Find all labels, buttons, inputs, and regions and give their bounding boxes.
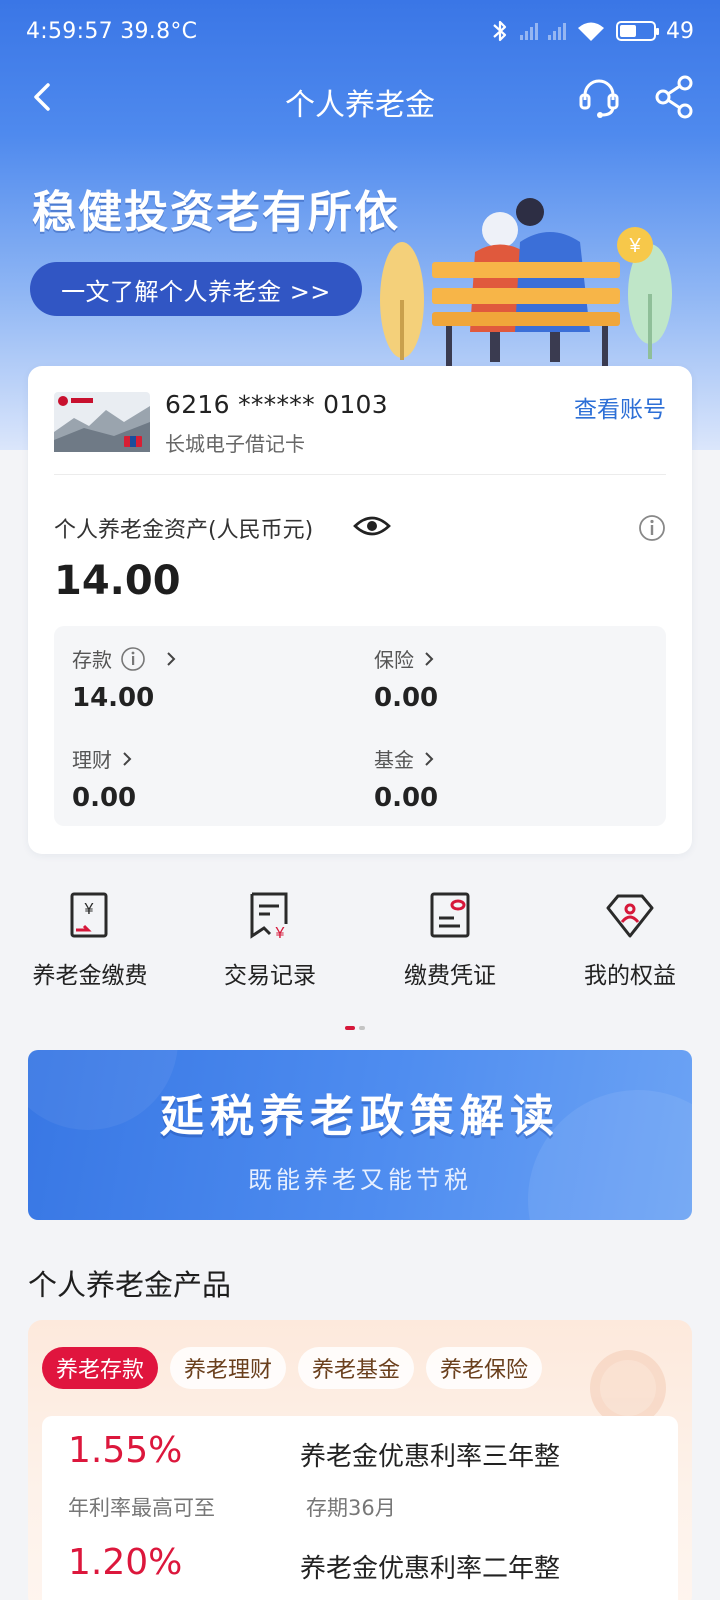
- breakdown-wealth[interactable]: 理财 0.00: [72, 744, 136, 813]
- product-name: 养老金优惠利率二年整: [300, 1554, 561, 1584]
- svg-text:¥: ¥: [628, 235, 641, 257]
- info-icon[interactable]: [120, 646, 146, 672]
- asset-label: 个人养老金资产(人民币元): [54, 518, 314, 543]
- hero-slogan: 稳健投资老有所依: [32, 187, 400, 238]
- learn-pension-button[interactable]: 一文了解个人养老金 >>: [30, 262, 362, 316]
- card-number: 6216 ****** 0103: [165, 390, 388, 419]
- tab-pension-deposit[interactable]: 养老存款: [42, 1347, 159, 1389]
- product-name: 养老金优惠利率三年整: [300, 1442, 561, 1472]
- breakdown-value: 0.00: [374, 683, 439, 713]
- quick-actions: ¥ 养老金缴费 ¥ 交易记录 缴费凭证 我的权益: [0, 890, 720, 1000]
- product-list: 1.55% 养老金优惠利率三年整 年利率最高可至 存期36月 1.20% 养老金…: [42, 1416, 678, 1600]
- pension-asset-card: 6216 ****** 0103 长城电子借记卡 查看账号 个人养老金资产(人民…: [28, 366, 692, 854]
- product-term: 存期36月: [306, 1496, 396, 1520]
- breakdown-value: 0.00: [72, 783, 137, 813]
- svg-text:¥: ¥: [275, 925, 285, 942]
- chevron-right-icon: [425, 651, 434, 666]
- quick-action-payment[interactable]: ¥ 养老金缴费: [0, 890, 180, 990]
- tab-pension-fund[interactable]: 养老基金: [298, 1347, 415, 1389]
- chevron-right-icon: [425, 751, 434, 766]
- breakdown-deposit[interactable]: 存款 14.00: [72, 644, 178, 713]
- wifi-icon: [578, 22, 604, 41]
- tax-policy-banner[interactable]: 延税养老政策解读 既能养老又能节税: [28, 1050, 692, 1220]
- breakdown-fund[interactable]: 基金 0.00: [374, 744, 438, 813]
- tab-pension-insurance[interactable]: 养老保险: [426, 1347, 543, 1389]
- customer-service-icon[interactable]: [576, 74, 622, 120]
- asset-breakdown: 存款 14.00 保险 0.00 理财 0.00 基金 0.00: [54, 626, 666, 826]
- divider: [54, 474, 666, 475]
- receipt-yuan-icon: ¥: [70, 892, 108, 938]
- quick-action-label: 缴费凭证: [404, 963, 496, 989]
- quick-action-benefits[interactable]: 我的权益: [540, 890, 720, 990]
- share-icon[interactable]: [652, 74, 696, 120]
- breakdown-label: 存款: [72, 648, 112, 672]
- breakdown-insurance[interactable]: 保险 0.00: [374, 644, 438, 713]
- status-bar: 4:59:57 39.8°C 49: [0, 0, 720, 62]
- battery-icon: [616, 21, 659, 41]
- policy-banner-subtitle: 既能养老又能节税: [248, 1166, 472, 1194]
- product-tabs: 养老存款 养老理财 养老基金 养老保险: [42, 1347, 543, 1389]
- quick-action-records[interactable]: ¥ 交易记录: [180, 890, 360, 990]
- section-title: 个人养老金产品: [28, 1268, 232, 1302]
- battery-level: 49: [666, 18, 694, 44]
- view-account-link[interactable]: 查看账号: [574, 390, 666, 424]
- signal-icon: [520, 22, 538, 40]
- product-rate-desc: 年利率最高可至: [68, 1496, 215, 1520]
- nav-bar: 个人养老金: [0, 66, 720, 128]
- payment-voucher-icon: [430, 892, 470, 938]
- chevron-right-icon: [123, 751, 132, 766]
- transaction-record-icon: ¥: [250, 892, 288, 942]
- product-rate: 1.20%: [68, 1542, 183, 1583]
- product-rate: 1.55%: [68, 1430, 183, 1471]
- tab-pension-wealth[interactable]: 养老理财: [170, 1347, 287, 1389]
- info-icon[interactable]: [638, 514, 666, 542]
- breakdown-value: 14.00: [72, 683, 155, 713]
- asset-total: 14.00: [54, 558, 181, 604]
- breakdown-label: 基金: [374, 748, 414, 772]
- pension-products-card: 养老存款 养老理财 养老基金 养老保险 1.55% 养老金优惠利率三年整 年利率…: [28, 1320, 692, 1600]
- quick-action-label: 养老金缴费: [32, 963, 148, 989]
- svg-text:¥: ¥: [84, 901, 94, 918]
- quick-action-label: 我的权益: [584, 963, 676, 989]
- eye-icon[interactable]: [353, 512, 391, 540]
- chevron-right-icon: [167, 651, 176, 666]
- breakdown-value: 0.00: [374, 783, 439, 813]
- bank-card-image: [54, 392, 150, 452]
- bluetooth-icon: [493, 20, 507, 42]
- quick-action-label: 交易记录: [224, 963, 316, 989]
- status-time-temp: 4:59:57 39.8°C: [26, 18, 198, 44]
- breakdown-label: 理财: [72, 748, 112, 772]
- breakdown-label: 保险: [374, 648, 414, 672]
- policy-banner-title: 延税养老政策解读: [160, 1091, 560, 1142]
- card-type: 长城电子借记卡: [165, 432, 305, 456]
- quick-action-voucher[interactable]: 缴费凭证: [360, 890, 540, 990]
- elderly-couple-bench-illustration: ¥: [380, 198, 672, 366]
- signal-icon-2: [548, 22, 566, 40]
- diamond-benefits-icon: [606, 894, 654, 938]
- page-indicator: [345, 1026, 365, 1030]
